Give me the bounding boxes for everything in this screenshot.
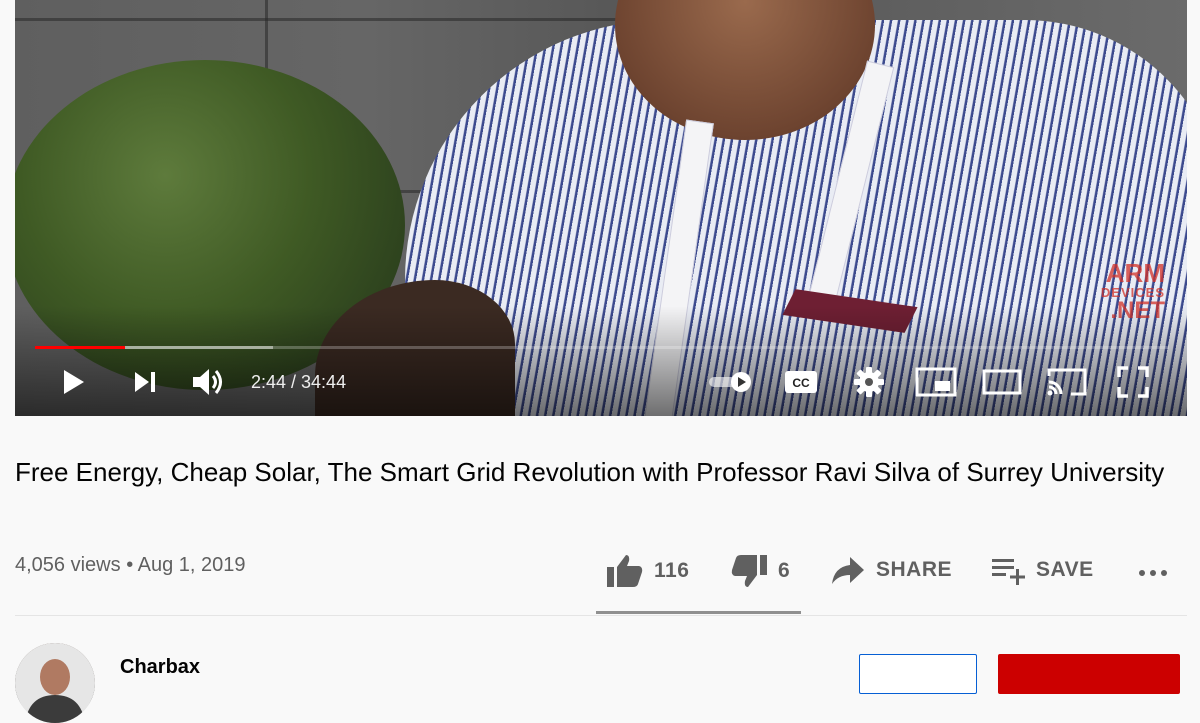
volume-icon	[193, 369, 222, 395]
save-button[interactable]: SAVE	[990, 553, 1094, 587]
video-meta: 4,056 views • Aug 1, 2019	[15, 554, 246, 577]
cast-button[interactable]	[1043, 364, 1091, 400]
sentiment-like-portion	[596, 611, 791, 614]
wall-seam	[15, 18, 635, 21]
svg-text:CC: CC	[792, 376, 810, 390]
subscribe-button[interactable]	[998, 654, 1180, 694]
autoplay-toggle-icon	[709, 372, 751, 392]
share-label: SHARE	[876, 558, 953, 581]
theater-icon	[982, 369, 1022, 395]
like-button[interactable]: 116	[606, 553, 689, 589]
theater-mode-button[interactable]	[979, 364, 1025, 400]
more-horizontal-icon	[1139, 570, 1167, 576]
video-title: Free Energy, Cheap Solar, The Smart Grid…	[15, 457, 1165, 487]
time-display: 2:44 / 34:44	[251, 372, 347, 392]
video-player[interactable]: ARM DEVICES .NET 2:44 / 34:44 CC	[15, 0, 1187, 416]
join-button[interactable]	[859, 654, 977, 694]
progress-played	[35, 346, 125, 349]
watermark-line: ARM	[1105, 258, 1165, 288]
cc-icon: CC	[785, 371, 817, 393]
settings-icon	[854, 367, 884, 397]
miniplayer-button[interactable]	[913, 364, 959, 400]
fullscreen-button[interactable]	[1113, 364, 1153, 400]
miniplayer-icon	[915, 367, 957, 397]
meta-separator: •	[126, 554, 134, 576]
volume-button[interactable]	[189, 364, 229, 400]
cast-icon	[1047, 368, 1087, 396]
thumbs-up-icon	[607, 555, 643, 587]
like-count: 116	[654, 559, 690, 582]
progress-bar[interactable]	[35, 346, 1169, 349]
play-icon	[64, 370, 84, 394]
dislike-count: 6	[778, 559, 791, 582]
thumbs-down-icon	[731, 555, 767, 587]
autoplay-toggle[interactable]	[705, 364, 755, 400]
avatar-image	[15, 643, 95, 723]
sentiment-bar	[596, 611, 801, 614]
fullscreen-icon	[1117, 366, 1149, 398]
channel-name[interactable]: Charbax	[120, 656, 200, 679]
captions-button[interactable]: CC	[781, 364, 821, 400]
share-arrow-icon	[832, 557, 864, 584]
channel-avatar[interactable]	[15, 643, 95, 723]
next-button[interactable]	[127, 364, 163, 400]
next-icon	[135, 372, 155, 392]
divider	[15, 615, 1187, 616]
view-count: 4,056 views	[15, 554, 121, 576]
settings-button[interactable]	[849, 364, 889, 400]
more-actions-button[interactable]	[1136, 553, 1170, 587]
share-button[interactable]: SHARE	[830, 553, 952, 587]
playlist-add-icon	[992, 559, 1025, 585]
save-label: SAVE	[1036, 558, 1094, 581]
play-button[interactable]	[55, 364, 91, 400]
upload-date: Aug 1, 2019	[137, 554, 246, 576]
dislike-button[interactable]: 6	[730, 553, 790, 589]
